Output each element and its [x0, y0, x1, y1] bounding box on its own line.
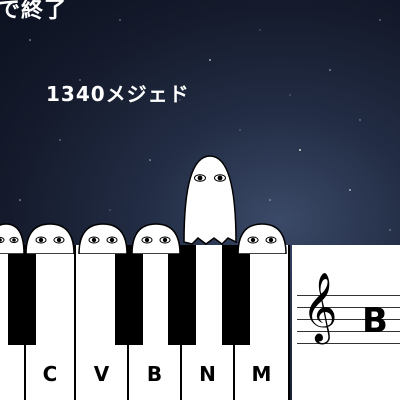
medjed-ghost-icon — [131, 223, 181, 254]
medjed-ghost-icon — [78, 223, 128, 254]
key-label-b: B — [146, 362, 163, 386]
staff-line — [297, 343, 400, 344]
key-label-v: V — [93, 362, 110, 386]
key-label-m: M — [251, 362, 272, 386]
key-label-n: N — [199, 362, 216, 386]
black-key-2[interactable] — [115, 245, 143, 345]
medjed-ghost-icon — [25, 223, 75, 254]
medjed-ghost-icon — [0, 223, 25, 254]
score-display: 1340メジェド — [46, 82, 190, 106]
medjed-ghost-icon — [237, 223, 287, 254]
target-note-label: B — [362, 301, 388, 341]
medjed-ghost-icon — [183, 155, 237, 245]
treble-clef-icon: 𝄞 — [302, 272, 338, 342]
black-key-3[interactable] — [168, 245, 196, 345]
black-key-1[interactable] — [8, 245, 36, 345]
piano-keyboard: C V B N M — [0, 245, 290, 400]
black-key-4[interactable] — [222, 245, 250, 345]
staff-panel: 𝄞 B — [292, 245, 400, 400]
quit-hint-text: で終了 — [0, 0, 68, 23]
key-label-c: C — [42, 362, 58, 386]
game-stage: で終了 1340メジェド C V B N M 𝄞 B — [0, 0, 400, 400]
